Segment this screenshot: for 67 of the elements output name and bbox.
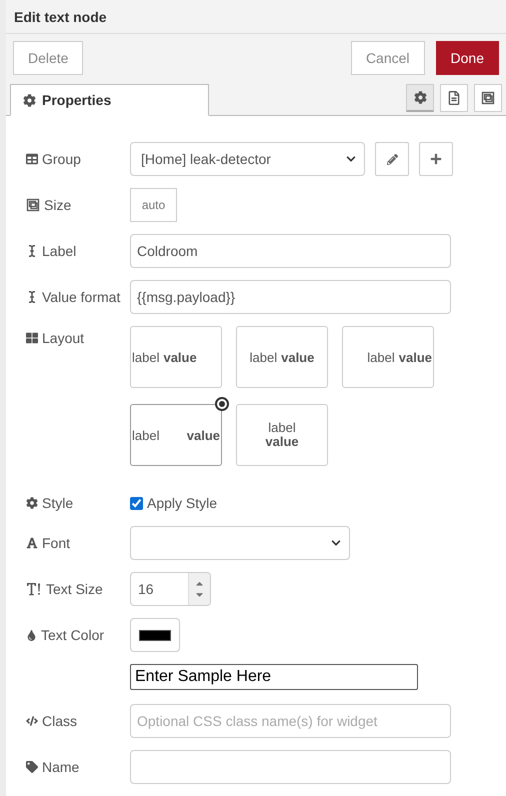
text-cursor-icon xyxy=(26,245,38,257)
layout-option[interactable]: label value xyxy=(236,404,328,466)
layout-option[interactable]: label value xyxy=(342,326,434,388)
checkbox-label: Apply Style xyxy=(147,495,218,511)
size-button[interactable]: auto xyxy=(130,188,177,222)
text-size-input[interactable]: 16 xyxy=(130,572,211,606)
field-label: Label xyxy=(26,243,130,259)
text-cursor-icon xyxy=(26,291,38,303)
layout-value-text: value xyxy=(398,350,432,364)
layout-value-text: value xyxy=(186,428,220,442)
field-label: Name xyxy=(26,759,130,775)
frame-icon xyxy=(481,91,495,105)
drop-icon xyxy=(26,630,37,640)
value-format-input[interactable]: {{msg.payload}} xyxy=(130,280,451,314)
window-title: Edit text node xyxy=(14,8,107,24)
layout-label-text: label xyxy=(132,350,160,364)
layout-option[interactable]: label value xyxy=(130,326,222,388)
table-icon xyxy=(26,153,38,165)
cancel-button[interactable]: Cancel xyxy=(350,41,425,75)
class-input[interactable]: Optional CSS class name(s) for widget xyxy=(130,704,451,738)
layout-label-text: label xyxy=(367,350,395,364)
layout-value-text: value xyxy=(163,350,197,364)
field-label: Class xyxy=(26,713,130,729)
delete-button[interactable]: Delete xyxy=(13,41,84,75)
field-label: Text Size xyxy=(26,581,130,597)
properties-tab[interactable]: Properties xyxy=(10,84,209,116)
text-height-icon xyxy=(26,582,42,596)
chevron-icon xyxy=(331,538,341,548)
chevron-icon xyxy=(346,154,356,164)
group-select[interactable]: [Home] leak-detector xyxy=(130,142,365,176)
color-picker-button[interactable] xyxy=(130,618,180,652)
add-button[interactable] xyxy=(419,142,453,176)
layout-label-text: label xyxy=(250,350,278,364)
icon-tab[interactable] xyxy=(474,84,502,112)
name-input[interactable] xyxy=(130,750,451,784)
layout-value-text: value xyxy=(281,350,314,364)
pencil-icon xyxy=(386,154,398,164)
settings-icon xyxy=(26,497,38,509)
field-label: Style xyxy=(26,495,130,511)
layout-option[interactable]: label value xyxy=(130,404,222,466)
field-label: Size xyxy=(26,197,130,213)
grid-icon xyxy=(26,332,38,344)
icon-tab[interactable] xyxy=(406,84,434,112)
done-button[interactable]: Done xyxy=(436,41,499,75)
icon-tab[interactable] xyxy=(440,84,468,112)
radio-icon xyxy=(215,397,229,411)
sample-text-field[interactable]: Enter Sample Here xyxy=(130,664,418,690)
layout-option[interactable]: label value xyxy=(236,326,328,388)
label-input[interactable]: Coldroom xyxy=(130,234,451,268)
document-icon xyxy=(447,91,461,105)
layout-value-text: value xyxy=(265,435,299,449)
apply-style-checkbox[interactable] xyxy=(130,496,143,510)
layout-label-text: label xyxy=(132,428,160,442)
field-label: Layout xyxy=(26,326,130,346)
code-icon xyxy=(26,715,38,727)
field-label: Group xyxy=(26,151,130,167)
plus-icon xyxy=(430,153,442,165)
field-label: Text Color xyxy=(26,627,130,643)
settings-icon xyxy=(414,91,426,104)
layout-label-text: label xyxy=(268,421,296,435)
font-icon xyxy=(26,537,38,549)
settings-icon xyxy=(23,94,36,106)
frame-icon xyxy=(26,198,40,212)
field-label: Value format xyxy=(26,289,130,305)
tag-icon xyxy=(26,761,38,773)
field-label: Font xyxy=(26,535,130,551)
edit-button[interactable] xyxy=(375,142,409,176)
